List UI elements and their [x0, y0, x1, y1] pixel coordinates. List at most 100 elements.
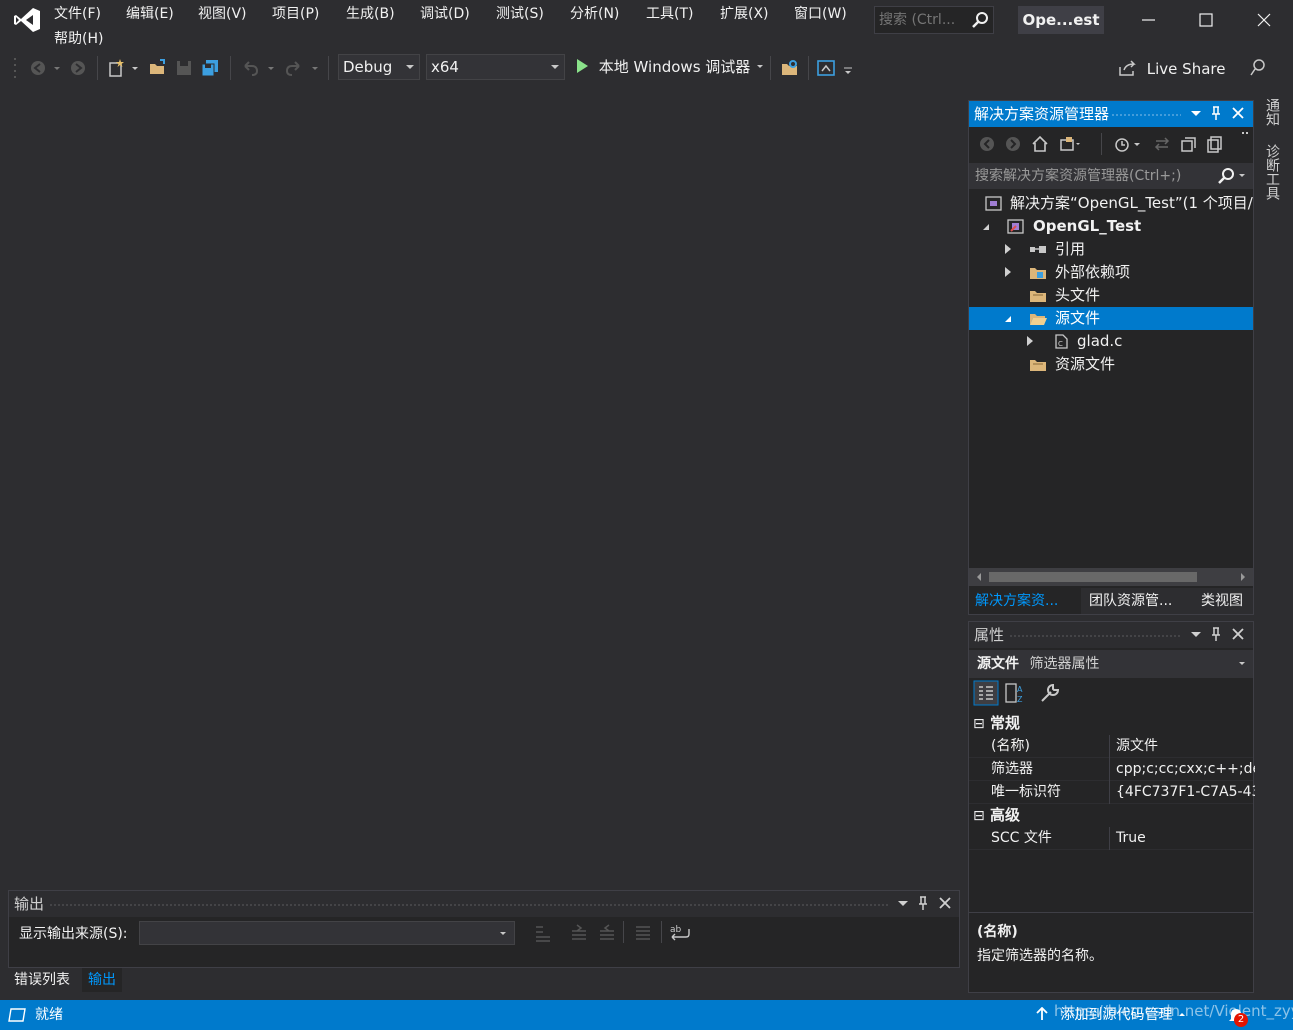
menu-extensions[interactable]: 扩展(X): [720, 5, 769, 23]
tree-item-project[interactable]: OpenGL_Test: [969, 215, 1253, 238]
live-share-button[interactable]: Live Share: [1118, 58, 1225, 80]
property-value[interactable]: cpp;c;cc;cxx;c++;def: [1109, 758, 1255, 781]
tab-output[interactable]: 输出: [82, 968, 122, 992]
output-header[interactable]: 输出: [9, 891, 959, 917]
scrollbar-thumb[interactable]: [989, 572, 1197, 582]
new-project-icon[interactable]: [106, 58, 126, 78]
word-wrap-icon[interactable]: ab: [669, 923, 691, 943]
menu-analyze[interactable]: 分析(N): [570, 5, 619, 23]
collapsed-arrow-icon[interactable]: [1005, 267, 1011, 277]
collapse-icon[interactable]: ⊟: [973, 808, 985, 824]
tree-item-source-files[interactable]: 源文件: [969, 307, 1253, 330]
forward-icon[interactable]: [1005, 136, 1021, 152]
visual-studio-logo-icon[interactable]: [12, 6, 42, 34]
notifications-button[interactable]: 2: [1228, 1004, 1254, 1027]
editor-area[interactable]: [0, 88, 962, 888]
categorized-icon[interactable]: [973, 680, 999, 706]
menu-project[interactable]: 项目(P): [272, 5, 319, 23]
solution-name-badge[interactable]: Ope...est: [1018, 6, 1104, 34]
next-message-icon[interactable]: [597, 923, 617, 943]
property-value[interactable]: 源文件: [1109, 735, 1255, 758]
property-row[interactable]: SCC 文件 True: [969, 827, 1253, 850]
add-to-source-control-button[interactable]: 添加到源代码管理: [1036, 1000, 1187, 1030]
rail-tab-notifications[interactable]: 通知: [1260, 98, 1282, 126]
property-section-advanced[interactable]: ⊟ 高级: [969, 804, 1253, 827]
drag-handle[interactable]: [1111, 113, 1181, 118]
rail-tab-diagnostic-tools[interactable]: 诊断工具: [1260, 144, 1282, 200]
chevron-down-icon[interactable]: [310, 58, 320, 78]
expanded-arrow-icon[interactable]: [1005, 316, 1011, 322]
close-window-icon[interactable]: [1252, 8, 1276, 32]
navigate-forward-icon[interactable]: [68, 58, 88, 78]
solution-explorer-header[interactable]: 解决方案资源管理器: [969, 101, 1253, 127]
chevron-down-icon[interactable]: [52, 58, 62, 78]
menu-tools[interactable]: 工具(T): [646, 5, 693, 23]
tree-item-header-files[interactable]: 头文件: [969, 284, 1253, 307]
property-row[interactable]: (名称) 源文件: [969, 735, 1253, 758]
search-box[interactable]: [874, 6, 994, 34]
tree-item-external-dependencies[interactable]: 外部依赖项: [969, 261, 1253, 284]
property-row[interactable]: 筛选器 cpp;c;cc;cxx;c++;def: [969, 758, 1255, 781]
open-folder-icon[interactable]: [148, 58, 168, 78]
redo-icon[interactable]: [284, 58, 304, 78]
chevron-down-icon[interactable]: [1237, 171, 1247, 181]
solution-search-box[interactable]: 搜索解决方案资源管理器(Ctrl+;): [969, 163, 1253, 189]
home-icon[interactable]: [1031, 135, 1049, 153]
properties-header[interactable]: 属性: [969, 622, 1253, 648]
tree-item-glad-c[interactable]: C glad.c: [969, 330, 1253, 353]
chevron-down-icon[interactable]: [1237, 659, 1247, 669]
save-all-icon[interactable]: [200, 58, 220, 78]
scroll-right-icon[interactable]: [1239, 572, 1247, 582]
menu-file[interactable]: 文件(F): [54, 5, 101, 23]
output-source-dropdown[interactable]: [139, 921, 515, 945]
pin-icon[interactable]: [1208, 626, 1224, 642]
property-value[interactable]: {4FC737F1-C7A5-4376: [1109, 781, 1255, 804]
output-window-icon[interactable]: [8, 1008, 26, 1022]
drag-handle[interactable]: [1009, 634, 1181, 639]
clear-all-icon[interactable]: [633, 923, 653, 943]
more-options-icon[interactable]: [1241, 131, 1249, 139]
menu-debug[interactable]: 调试(D): [420, 5, 470, 23]
collapse-all-icon[interactable]: [1179, 135, 1197, 153]
chevron-down-icon[interactable]: [895, 895, 911, 911]
menu-window[interactable]: 窗口(W): [794, 5, 847, 23]
platform-dropdown[interactable]: x64: [426, 54, 565, 80]
property-row[interactable]: 唯一标识符 {4FC737F1-C7A5-4376: [969, 781, 1255, 804]
undo-icon[interactable]: [240, 58, 260, 78]
property-pages-wrench-icon[interactable]: [1039, 682, 1061, 704]
pin-icon[interactable]: [915, 895, 931, 911]
property-section-general[interactable]: ⊟ 常规: [969, 712, 1253, 735]
drag-handle[interactable]: [49, 903, 889, 908]
browser-link-icon[interactable]: [816, 58, 836, 78]
collapsed-arrow-icon[interactable]: [1027, 336, 1033, 346]
tab-error-list[interactable]: 错误列表: [8, 968, 76, 992]
alphabetical-icon[interactable]: AZ: [1003, 680, 1029, 706]
chevron-down-icon[interactable]: [1188, 105, 1204, 121]
maximize-icon[interactable]: [1194, 8, 1218, 32]
chevron-down-icon[interactable]: [130, 58, 140, 78]
property-object-selector[interactable]: 源文件 筛选器属性: [969, 650, 1253, 678]
collapse-icon[interactable]: ⊟: [973, 716, 985, 732]
configuration-dropdown[interactable]: Debug: [338, 54, 420, 80]
close-icon[interactable]: [1230, 626, 1246, 642]
feedback-icon[interactable]: [1248, 58, 1268, 78]
menu-build[interactable]: 生成(B): [346, 5, 395, 23]
close-icon[interactable]: [937, 895, 953, 911]
tree-item-references[interactable]: 引用: [969, 238, 1253, 261]
pending-changes-filter-icon[interactable]: [1113, 135, 1143, 153]
menu-view[interactable]: 视图(V): [198, 5, 247, 23]
tree-item-solution[interactable]: 解决方案“OpenGL_Test”(1 个项目/共 1 个): [969, 192, 1253, 215]
tab-team-explorer[interactable]: 团队资源管...: [1083, 588, 1178, 614]
chevron-down-icon[interactable]: [755, 61, 765, 71]
search-icon[interactable]: [971, 11, 989, 29]
search-icon[interactable]: [1217, 167, 1235, 185]
switch-views-icon[interactable]: [1059, 135, 1081, 153]
collapsed-arrow-icon[interactable]: [1005, 244, 1011, 254]
expanded-arrow-icon[interactable]: [983, 224, 989, 230]
property-value[interactable]: True: [1109, 827, 1255, 850]
back-icon[interactable]: [979, 136, 995, 152]
start-debugging-button[interactable]: 本地 Windows 调试器: [574, 56, 765, 78]
toolbar-grip-icon[interactable]: [13, 56, 19, 82]
tab-solution-explorer[interactable]: 解决方案资...: [969, 588, 1081, 614]
find-message-icon[interactable]: [533, 923, 553, 943]
